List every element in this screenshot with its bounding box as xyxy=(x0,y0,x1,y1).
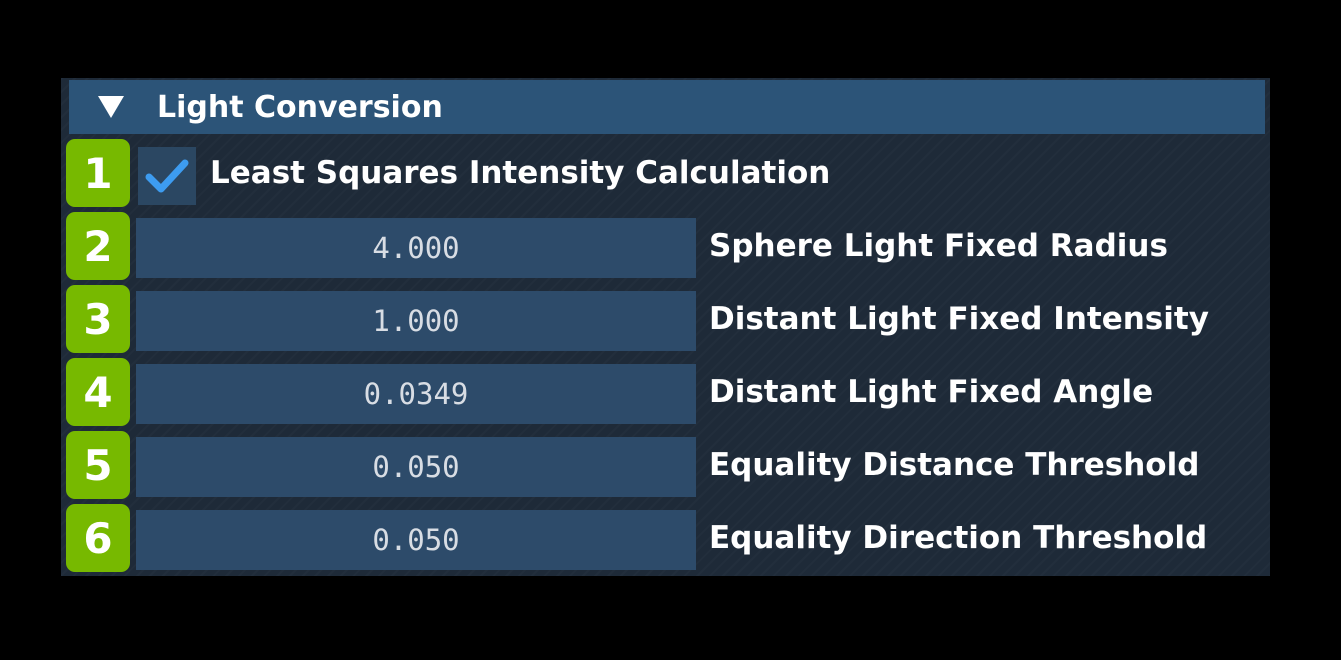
direction-threshold-field[interactable]: 0.050 xyxy=(136,510,696,570)
distant-light-angle-field[interactable]: 0.0349 xyxy=(136,364,696,424)
direction-threshold-label: Equality Direction Threshold xyxy=(709,520,1208,556)
row-number-badge: 4 xyxy=(66,358,130,426)
row-number-badge: 5 xyxy=(66,431,130,499)
section-header[interactable]: Light Conversion xyxy=(69,80,1265,134)
least-squares-checkbox[interactable] xyxy=(138,147,196,205)
row-distance-threshold: 5 0.050 Equality Distance Threshold xyxy=(0,431,1341,499)
row-distant-intensity: 3 1.000 Distant Light Fixed Intensity xyxy=(0,285,1341,353)
row-number-badge: 3 xyxy=(66,285,130,353)
distant-light-intensity-field[interactable]: 1.000 xyxy=(136,291,696,351)
row-distant-angle: 4 0.0349 Distant Light Fixed Angle xyxy=(0,358,1341,426)
sphere-light-radius-field[interactable]: 4.000 xyxy=(136,218,696,278)
row-sphere-radius: 2 4.000 Sphere Light Fixed Radius xyxy=(0,212,1341,280)
section-title: Light Conversion xyxy=(157,89,443,125)
row-direction-threshold: 6 0.050 Equality Direction Threshold xyxy=(0,504,1341,572)
row-number-badge: 1 xyxy=(66,139,130,207)
least-squares-label: Least Squares Intensity Calculation xyxy=(210,155,831,191)
row-least-squares: 1 Least Squares Intensity Calculation xyxy=(0,139,1341,207)
distant-light-intensity-label: Distant Light Fixed Intensity xyxy=(709,301,1209,337)
collapse-triangle-icon[interactable] xyxy=(98,96,124,118)
row-number-badge: 6 xyxy=(66,504,130,572)
distance-threshold-label: Equality Distance Threshold xyxy=(709,447,1200,483)
checkmark-icon xyxy=(145,159,189,193)
sphere-light-radius-label: Sphere Light Fixed Radius xyxy=(709,228,1168,264)
row-number-badge: 2 xyxy=(66,212,130,280)
distance-threshold-field[interactable]: 0.050 xyxy=(136,437,696,497)
distant-light-angle-label: Distant Light Fixed Angle xyxy=(709,374,1154,410)
